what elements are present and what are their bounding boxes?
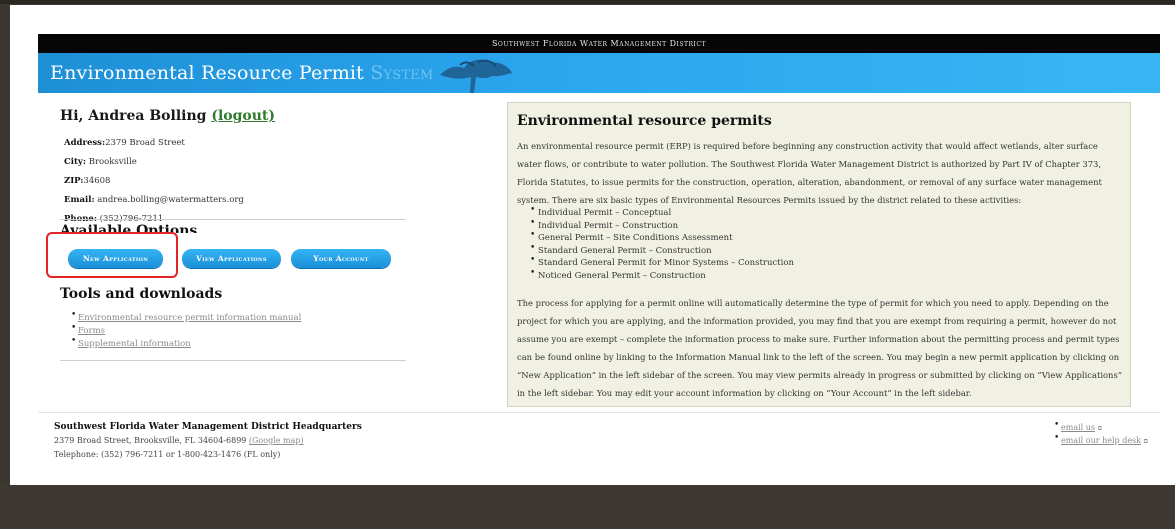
view-applications-button[interactable]: View Applications: [182, 249, 281, 268]
footer-address: 2379 Broad Street, Brooksville, FL 34604…: [54, 436, 304, 445]
email-row: Email: andrea.bolling@watermatters.org: [64, 191, 244, 210]
address-row: Address:2379 Broad Street: [64, 134, 244, 153]
site-title-main: Environmental Resource Permit: [50, 62, 365, 84]
divider: [60, 219, 406, 220]
annotation-highlight: [46, 232, 178, 278]
list-item: Noticed General Permit – Construction: [530, 267, 794, 283]
user-greeting: Hi, Andrea Bolling (logout): [60, 108, 275, 124]
external-link-icon: ⧉: [1097, 425, 1102, 432]
list-item: Individual Permit – Construction: [530, 217, 794, 233]
site-title-system: System: [370, 62, 434, 84]
footer-telephone: Telephone: (352) 796-7211 or 1-800-423-1…: [54, 450, 281, 459]
zip-label: ZIP:: [64, 176, 84, 186]
footer-org-name: Southwest Florida Water Management Distr…: [54, 422, 362, 432]
tools-list: Environmental resource permit informatio…: [71, 309, 301, 351]
list-item: Individual Permit – Conceptual: [530, 204, 794, 220]
zip-row: ZIP:34608: [64, 172, 244, 191]
footer-links: email us ⧉ email our help desk ⧉: [1054, 419, 1148, 448]
email-help-desk-link[interactable]: email our help desk: [1061, 436, 1141, 445]
city-row: City: Brooksville: [64, 153, 244, 172]
permit-types-list: Individual Permit – Conceptual Individua…: [530, 204, 794, 283]
site-banner: Environmental Resource Permit System: [38, 53, 1160, 93]
list-item: Standard General Permit – Construction: [530, 242, 794, 258]
list-item: General Permit – Site Conditions Assessm…: [530, 229, 794, 245]
external-link-icon: ⧉: [1143, 438, 1148, 445]
greeting-text: Hi, Andrea Bolling: [60, 108, 207, 124]
permits-info-panel: Environmental resource permits An enviro…: [507, 102, 1131, 407]
district-top-bar: Southwest Florida Water Management Distr…: [38, 34, 1160, 53]
list-item: Supplemental information: [71, 335, 301, 351]
city-label: City:: [64, 157, 86, 167]
zip-value: 34608: [83, 176, 111, 186]
list-item: email our help desk ⧉: [1054, 432, 1148, 448]
user-contact-details: Address:2379 Broad Street City: Brooksvi…: [64, 134, 244, 229]
email-label: Email:: [64, 195, 95, 205]
logout-link[interactable]: (logout): [211, 108, 275, 124]
city-value: Brooksville: [88, 157, 137, 167]
list-item: Forms: [71, 322, 301, 338]
list-item: Standard General Permit for Minor System…: [530, 254, 794, 270]
info-manual-link[interactable]: Environmental resource permit informatio…: [78, 313, 301, 323]
window-bottom-band: [0, 485, 1175, 529]
panel-title: Environmental resource permits: [517, 113, 772, 129]
your-account-button[interactable]: Your Account: [291, 249, 391, 268]
address-value: 2379 Broad Street: [105, 138, 185, 148]
list-item: email us ⧉: [1054, 419, 1148, 435]
tree-logo-icon: [440, 59, 512, 93]
supplemental-info-link[interactable]: Supplemental information: [78, 339, 191, 349]
footer-address-text: 2379 Broad Street, Brooksville, FL 34604…: [54, 436, 247, 445]
divider: [60, 360, 406, 361]
window-top-edge: [0, 0, 1175, 4]
tools-heading: Tools and downloads: [60, 286, 223, 302]
footer-divider: [38, 412, 1160, 413]
site-title[interactable]: Environmental Resource Permit System: [50, 62, 433, 84]
google-map-link[interactable]: (Google map): [249, 436, 304, 445]
intro-paragraph: An environmental resource permit (ERP) i…: [517, 141, 1102, 205]
forms-link[interactable]: Forms: [78, 326, 105, 336]
process-paragraph: The process for applying for a permit on…: [517, 298, 1123, 398]
email-value: andrea.bolling@watermatters.org: [97, 195, 244, 205]
list-item: Environmental resource permit informatio…: [71, 309, 301, 325]
address-label: Address:: [64, 138, 106, 148]
email-us-link[interactable]: email us: [1061, 423, 1095, 432]
